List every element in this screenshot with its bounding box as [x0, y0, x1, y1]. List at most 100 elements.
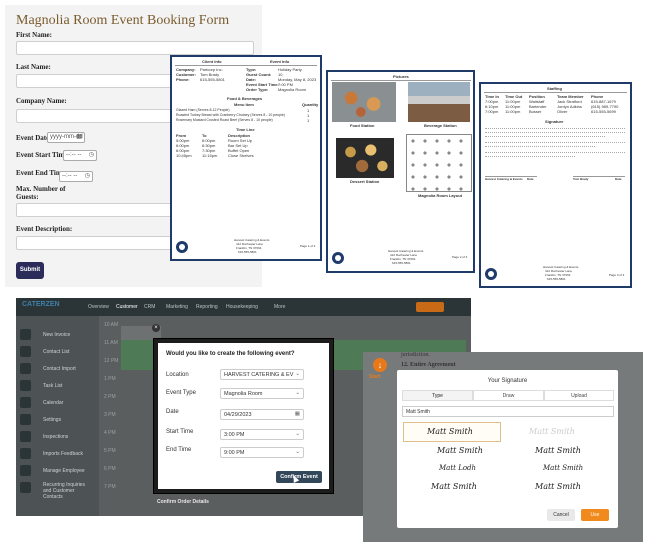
- menu-item: Roasted Turkey Breast with Cranberry Chu…: [176, 113, 285, 117]
- nav-item[interactable]: Marketing: [166, 304, 188, 310]
- document-page-2: Pictures Food Station Beverage Station D…: [326, 70, 475, 273]
- event-type-select[interactable]: Magnolia Room ⌄: [220, 388, 304, 399]
- signature-option[interactable]: Matt Smith: [437, 446, 483, 455]
- dialog-question: Would you like to create the following e…: [166, 351, 295, 357]
- tab-type[interactable]: Type: [402, 390, 473, 401]
- close-icon[interactable]: ×: [152, 324, 160, 332]
- time-slot-label: 7 PM: [104, 484, 116, 490]
- time-slot-label: 4 PM: [104, 430, 116, 436]
- photo-caption: Magnolia Room Layout: [418, 193, 462, 198]
- signature-option[interactable]: Matt Smith: [543, 464, 583, 472]
- start-label: Start: [369, 374, 381, 380]
- tab-upload[interactable]: Upload: [544, 390, 614, 401]
- confirm-order-details-link[interactable]: Confirm Order Details: [157, 499, 209, 505]
- photo-caption: Dessert Station: [350, 179, 380, 184]
- signature-line-label: Harvest Catering & Events: [485, 177, 523, 181]
- time-slot-label: 6 PM: [104, 466, 116, 472]
- nav-item[interactable]: Housekeeping: [226, 304, 258, 310]
- chevron-down-icon: ⌄: [295, 449, 300, 455]
- sidebar-item[interactable]: Recurring Inquiries and Customer Contact…: [20, 481, 95, 505]
- signature-option[interactable]: Matt Lodh: [439, 464, 476, 472]
- end-time-label: End Time: [166, 447, 192, 453]
- order-type-label: Order Type:: [246, 87, 269, 92]
- cancel-button[interactable]: Cancel: [547, 509, 575, 521]
- order-type-value: Magnolia Room: [278, 87, 307, 92]
- sidebar-icon: [20, 431, 31, 442]
- timeline-to: 11:15pm: [202, 153, 218, 158]
- signature-line-label: Tom Brady: [573, 177, 589, 181]
- start-arrow-icon[interactable]: ↓: [373, 358, 387, 372]
- event-start-input[interactable]: --:-- -- ◷: [63, 150, 97, 161]
- tab-draw[interactable]: Draw: [473, 390, 544, 401]
- time-slot-label: 2 PM: [104, 394, 116, 400]
- submit-button[interactable]: Submit: [16, 262, 44, 279]
- date-input[interactable]: 04/29/2023 ▦: [220, 409, 304, 420]
- end-time-select[interactable]: 9:00 PM ⌄: [220, 447, 304, 458]
- document-page-3: Staffing Time In Time Out Position Team …: [479, 82, 632, 288]
- nav-item[interactable]: More: [274, 304, 285, 310]
- client-info-heading: Client Info: [202, 59, 222, 64]
- calendar-icon[interactable]: ▦: [295, 411, 300, 417]
- contract-heading: 12. Entire Agreement: [401, 362, 456, 368]
- signature-name-input[interactable]: Matt Smith: [402, 406, 614, 417]
- create-event-dialog: Would you like to create the following e…: [154, 339, 333, 493]
- chevron-down-icon: ⌄: [295, 431, 300, 437]
- event-start-label: Event Start Time:: [16, 151, 70, 159]
- last-name-label: Last Name:: [16, 63, 51, 71]
- clock-icon[interactable]: ◷: [85, 172, 90, 179]
- signature-option[interactable]: Matt Smith: [431, 482, 477, 491]
- date-label: Date: [166, 409, 179, 415]
- sidebar-icon: [20, 482, 31, 493]
- sidebar: New Invoice Contact List Contact Import …: [16, 316, 99, 516]
- food-beverages-heading: Food & Beverages: [227, 96, 263, 101]
- menu-qty: 1: [307, 118, 310, 123]
- footer-line: 615-555-5801: [547, 277, 566, 281]
- nav-item[interactable]: CRM: [144, 304, 155, 310]
- company-seal-icon: [332, 252, 344, 264]
- chevron-down-icon: ⌄: [295, 390, 300, 396]
- room-layout-diagram: [406, 134, 472, 192]
- signature-option[interactable]: Matt Smith: [427, 427, 473, 436]
- event-date-input[interactable]: yyyy-mm-dd ▦: [47, 132, 85, 143]
- form-title: Magnolia Room Event Booking Form: [16, 13, 230, 28]
- dialog-title: Your Signature: [487, 378, 528, 384]
- action-button[interactable]: [416, 302, 444, 312]
- pictures-heading: Pictures: [393, 74, 409, 79]
- staff-cell: 615-555-5699: [591, 109, 616, 114]
- nav-item[interactable]: Reporting: [196, 304, 218, 310]
- top-nav: CATERZEN Overview Customer CRM Marketing…: [16, 298, 471, 316]
- event-end-input[interactable]: --:-- -- ◷: [59, 171, 93, 182]
- signature-heading: Signature: [545, 119, 564, 124]
- clock-icon[interactable]: ◷: [89, 151, 94, 158]
- first-name-input[interactable]: [16, 41, 254, 55]
- location-select[interactable]: HARVEST CATERING & EV ⌄: [220, 369, 304, 380]
- photo-caption: Beverage Station: [424, 123, 457, 128]
- footer-line: 615-555-5801: [392, 261, 411, 265]
- quantity-header: Quantity: [302, 102, 319, 107]
- page-number: Page 2 of 3: [452, 255, 468, 259]
- signature-line-label: Date: [615, 177, 622, 181]
- time-slot-label: 10 AM: [104, 322, 119, 328]
- signature-option[interactable]: Matt Smith: [535, 482, 581, 491]
- location-label: Location: [166, 372, 189, 378]
- signature-option[interactable]: Matt Smith: [535, 446, 581, 455]
- signature-dialog: Your Signature Type Draw Upload Matt Smi…: [397, 370, 618, 528]
- sidebar-icon: [20, 380, 31, 391]
- start-time-label: Start Time: [166, 429, 194, 435]
- use-signature-button[interactable]: Use: [581, 509, 609, 521]
- calendar-icon[interactable]: ▦: [76, 133, 82, 140]
- nav-item[interactable]: Customer: [116, 304, 138, 310]
- phone-label: Phone:: [176, 77, 190, 82]
- staff-cell: Oliver: [557, 109, 568, 114]
- sidebar-icon: [20, 414, 31, 425]
- confirm-event-button[interactable]: Confirm Event: [276, 471, 322, 483]
- timeline-desc: Close Shelves: [228, 153, 254, 158]
- nav-item[interactable]: Overview: [88, 304, 109, 310]
- staff-cell: Busser: [529, 109, 542, 114]
- page-number: Page 3 of 3: [609, 273, 625, 277]
- start-time-select[interactable]: 3:00 PM ⌄: [220, 429, 304, 440]
- staffing-heading: Staffing: [547, 86, 562, 91]
- sidebar-icon: [20, 329, 31, 340]
- app-logo[interactable]: CATERZEN: [22, 301, 60, 308]
- signature-option[interactable]: Matt Smith: [529, 427, 575, 436]
